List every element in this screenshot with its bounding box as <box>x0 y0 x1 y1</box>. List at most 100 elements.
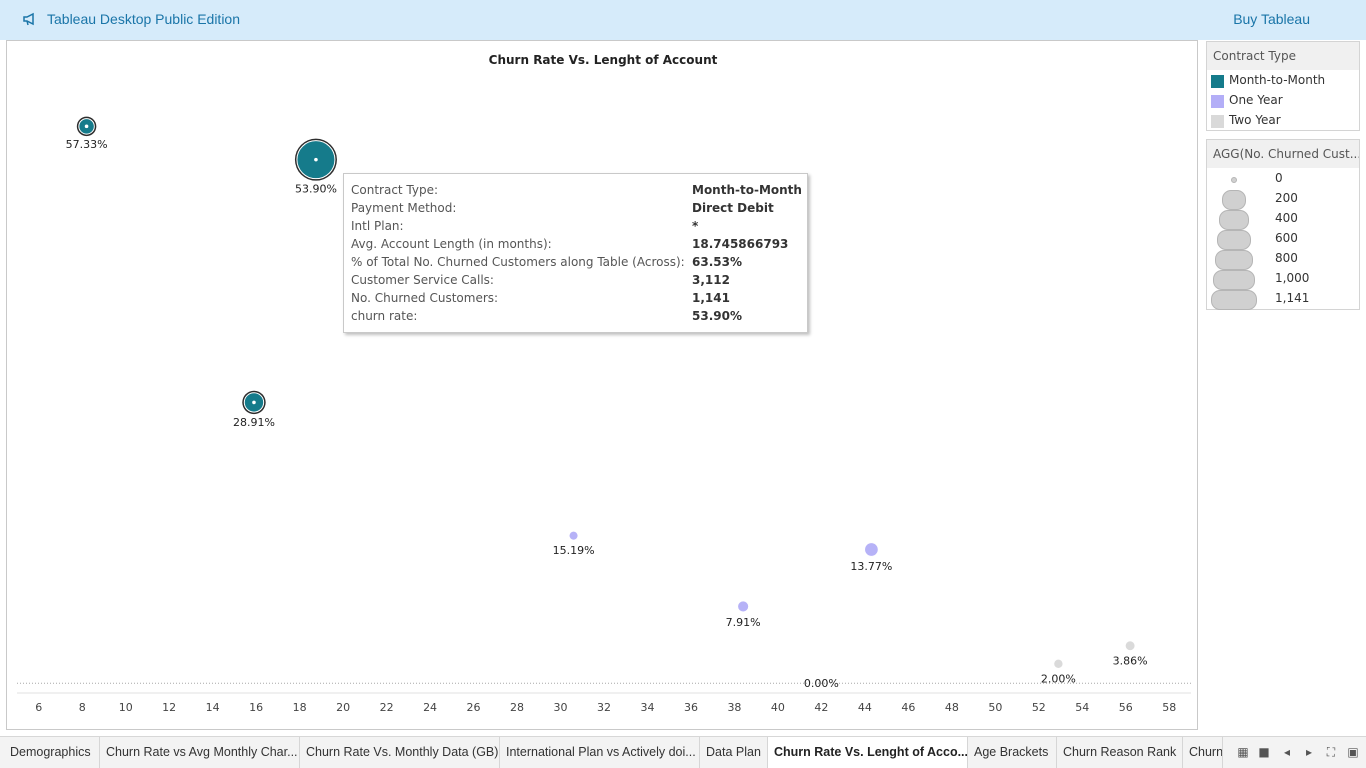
next-sheet-icon[interactable]: ▸ <box>1302 745 1316 759</box>
size-legend-title: AGG(No. Churned Cust... <box>1207 140 1359 168</box>
scatter-chart[interactable]: 6 8 10 12 14 16 18 20 22 24 26 28 30 32 34 36 38 40 42 44 46… <box>7 41 1199 731</box>
size-legend-item[interactable]: 0 <box>1207 169 1359 189</box>
x-tick-label: 30 <box>554 701 568 714</box>
color-swatch <box>1211 95 1224 108</box>
tooltip-key: No. Churned Customers: <box>351 291 499 305</box>
fullscreen-icon[interactable]: ⛶ <box>1324 745 1338 759</box>
x-tick-label: 16 <box>249 701 263 714</box>
x-tick-label: 36 <box>684 701 698 714</box>
tooltip-row: No. Churned Customers: 1,141 <box>351 291 801 309</box>
viz-area[interactable]: Churn Rate Vs. Lenght of Account 6 8 10 12 1… <box>6 40 1198 730</box>
size-legend-item[interactable]: 800 <box>1207 249 1359 270</box>
megaphone-icon <box>23 12 34 26</box>
tooltip-row: churn rate: 53.90% <box>351 309 801 327</box>
tooltip: Contract Type: Month-to-Month Payment Meth… <box>343 173 808 333</box>
data-label: 57.33% <box>66 138 108 151</box>
data-label: 0.00% <box>804 677 839 690</box>
x-tick-label: 12 <box>162 701 176 714</box>
x-tick-label: 18 <box>293 701 307 714</box>
buy-tableau-link[interactable]: Buy Tableau <box>1233 11 1310 27</box>
size-legend-label: 1,000 <box>1275 271 1310 285</box>
color-legend-title: Contract Type <box>1207 42 1359 70</box>
tooltip-value: 53.90% <box>692 309 742 323</box>
sheet-tab[interactable]: International Plan vs Actively doi... <box>500 737 700 768</box>
color-swatch <box>1211 115 1224 128</box>
sheet-tab[interactable]: Demographics <box>4 737 100 768</box>
size-swatch <box>1214 250 1254 270</box>
tooltip-key: Payment Method: <box>351 201 457 215</box>
sheet-tab-bar: ▦ ■ ◂ ▸ ⛶ ▣ Demographics Churn Rate vs Av… <box>0 736 1366 768</box>
tooltip-row: Customer Service Calls: 3,112 <box>351 273 801 291</box>
size-legend-label: 0 <box>1275 171 1283 185</box>
sheet-tab[interactable]: Data Plan <box>700 737 768 768</box>
color-swatch <box>1211 75 1224 88</box>
tooltip-value: 18.745866793 <box>692 237 789 251</box>
data-point <box>1125 640 1136 651</box>
tooltip-key: Contract Type: <box>351 183 439 197</box>
x-tick-label: 42 <box>814 701 828 714</box>
x-tick-label: 26 <box>467 701 481 714</box>
x-tick-label: 44 <box>858 701 872 714</box>
tooltip-value: Direct Debit <box>692 201 774 215</box>
sheet-tab[interactable]: Churn Reason Rank <box>1057 737 1183 768</box>
x-tick-label: 50 <box>988 701 1002 714</box>
top-bar: Tableau Desktop Public Edition Buy Table… <box>0 0 1366 40</box>
x-tick-label: 22 <box>380 701 394 714</box>
tooltip-row: Contract Type: Month-to-Month <box>351 183 802 201</box>
size-legend-label: 600 <box>1275 231 1298 245</box>
x-tick-label: 14 <box>206 701 220 714</box>
x-tick-label: 34 <box>640 701 654 714</box>
x-tick-label: 52 <box>1032 701 1046 714</box>
x-tick-label: 46 <box>901 701 915 714</box>
data-label: 15.19% <box>553 544 595 557</box>
filmstrip-view-icon[interactable]: ▦ <box>1236 745 1250 759</box>
sheet-tab[interactable]: Churn <box>1183 737 1223 768</box>
tooltip-key: churn rate: <box>351 309 418 323</box>
x-tick-label: 10 <box>119 701 133 714</box>
color-legend-label: Two Year <box>1229 113 1281 127</box>
size-legend-label: 200 <box>1275 191 1298 205</box>
data-point-center <box>314 157 318 162</box>
x-tick-label: 24 <box>423 701 437 714</box>
data-point-center <box>252 400 256 405</box>
sheet-tab[interactable]: Churn Rate vs Avg Monthly Char... <box>100 737 300 768</box>
x-tick-label: 20 <box>336 701 350 714</box>
presentation-icon[interactable]: ▣ <box>1346 745 1360 759</box>
color-legend[interactable]: Contract Type Month-to-Month One Year Two … <box>1206 41 1360 131</box>
data-point <box>568 531 579 541</box>
size-legend-item[interactable]: 400 <box>1207 209 1359 230</box>
sheet-tab[interactable]: Churn Rate Vs. Monthly Data (GB) <box>300 737 500 768</box>
sheet-tab[interactable]: Age Brackets <box>968 737 1057 768</box>
x-tick-label: 48 <box>945 701 959 714</box>
size-legend[interactable]: AGG(No. Churned Cust... 0 200 400 600 800 1,0… <box>1206 139 1360 310</box>
tooltip-row: Intl Plan: * <box>351 219 801 237</box>
size-legend-item[interactable]: 1,000 <box>1207 269 1359 290</box>
tooltip-row: % of Total No. Churned Customers along T… <box>351 255 801 273</box>
size-swatch <box>1219 210 1249 230</box>
data-label: 53.90% <box>295 183 337 196</box>
tooltip-row: Avg. Account Length (in months): 18.74586… <box>351 237 801 255</box>
data-point <box>1053 659 1064 669</box>
size-legend-label: 1,141 <box>1275 291 1310 305</box>
data-label: 28.91% <box>233 416 275 429</box>
prev-sheet-icon[interactable]: ◂ <box>1280 745 1294 759</box>
x-tick-label: 54 <box>1075 701 1089 714</box>
size-legend-label: 800 <box>1275 251 1298 265</box>
color-legend-label: One Year <box>1229 93 1283 107</box>
size-legend-item[interactable]: 200 <box>1207 189 1359 210</box>
size-swatch <box>1231 177 1237 183</box>
sheet-tab[interactable]: Churn Rate Vs. Lenght of Acco... <box>768 737 968 768</box>
tabs-view-icon[interactable]: ■ <box>1257 745 1271 759</box>
size-swatch <box>1211 290 1257 310</box>
tooltip-value: 63.53% <box>692 255 742 269</box>
size-swatch <box>1217 230 1251 250</box>
x-tick-label: 38 <box>727 701 741 714</box>
tooltip-key: Avg. Account Length (in months): <box>351 237 552 251</box>
data-label: 3.86% <box>1113 655 1148 668</box>
data-label: 13.77% <box>850 560 892 573</box>
size-legend-item[interactable]: 1,141 <box>1207 289 1359 310</box>
color-legend-label: Month-to-Month <box>1229 73 1326 87</box>
size-legend-item[interactable]: 600 <box>1207 229 1359 250</box>
tooltip-value: 1,141 <box>692 291 730 305</box>
tooltip-value: 3,112 <box>692 273 730 287</box>
